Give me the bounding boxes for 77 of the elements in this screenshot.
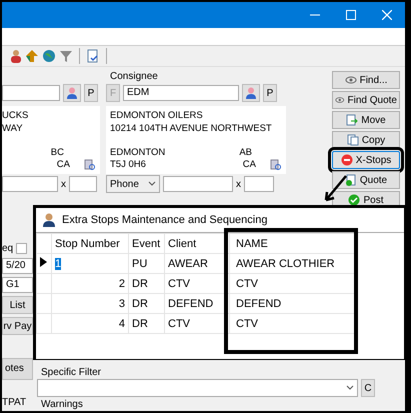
eye-icon <box>335 94 345 106</box>
address-line: 10214 104TH AVENUE NORTHWEST <box>110 122 273 135</box>
contact-button[interactable] <box>242 84 260 102</box>
maximize-icon <box>346 10 356 20</box>
address-line: EDMONTON OILERS <box>110 109 204 122</box>
action-button[interactable]: Find Quote <box>332 91 400 109</box>
check-icon <box>348 194 360 206</box>
table-cell: DR <box>128 314 164 334</box>
filter-dropdown[interactable] <box>37 379 358 397</box>
extension-field[interactable] <box>244 176 274 192</box>
table-cell: CTV <box>164 274 230 294</box>
state-text: AB <box>239 146 252 158</box>
country-text: CA <box>242 159 256 170</box>
extension-label: x <box>236 178 241 190</box>
table-cell: 1 <box>55 258 62 270</box>
table-cell: PU <box>128 254 164 274</box>
person-icon <box>66 87 78 99</box>
state-text: BC <box>50 146 64 158</box>
phone-field[interactable] <box>2 176 58 192</box>
document-icon <box>86 49 100 63</box>
person-icon <box>42 213 56 227</box>
field-label: TPAT <box>2 397 28 409</box>
checkbox[interactable] <box>16 242 28 254</box>
chevron-icon <box>346 385 354 391</box>
table-cell: 4 <box>118 318 125 330</box>
close-icon <box>382 10 392 20</box>
globe-icon <box>42 49 56 63</box>
action-button[interactable]: Quote <box>332 171 400 189</box>
city-text: EDMONTON <box>110 146 166 158</box>
postal-code-text: T5J 0H6 <box>110 159 146 170</box>
action-button[interactable]: Find... <box>332 71 400 89</box>
notes-tab[interactable]: otes <box>2 358 33 380</box>
profile-button[interactable]: P <box>263 84 277 102</box>
arrow-icon <box>25 49 39 63</box>
dialog-title: Extra Stops Maintenance and Sequencing <box>62 214 268 226</box>
document-check-icon <box>344 174 357 186</box>
profile-button[interactable]: P <box>84 84 98 102</box>
table-cell: DR <box>128 294 164 314</box>
code-field[interactable]: EDM <box>123 85 239 101</box>
field-label: Specific Filter <box>40 367 102 379</box>
magnifier-icon <box>270 158 282 170</box>
person-icon <box>245 87 257 99</box>
table-cell: CTV <box>164 314 230 334</box>
table-cell: 2 <box>118 278 125 290</box>
address-line: WAY <box>2 122 24 135</box>
clear-button[interactable]: C <box>361 379 375 397</box>
eye-icon <box>344 74 357 86</box>
column-header: Stop Number <box>52 234 128 254</box>
date-field[interactable]: 5/20 <box>2 258 33 274</box>
code-field[interactable]: G1 <box>2 277 33 293</box>
action-button[interactable]: Move <box>332 111 400 129</box>
magnifier-icon <box>84 158 96 170</box>
address-line: UCKS <box>2 109 30 122</box>
table-cell: AWEAR <box>164 254 230 274</box>
phone-field[interactable] <box>163 176 233 192</box>
column-header: Client <box>164 234 230 254</box>
driver-pay-button[interactable]: rv Pay <box>2 317 33 335</box>
minimize-icon <box>310 14 320 16</box>
checkbox-label: eq <box>2 242 14 254</box>
country-text: CA <box>56 159 70 170</box>
filter-icon <box>59 49 73 63</box>
column-header: Event <box>128 234 164 254</box>
table-cell: DEFEND <box>164 294 230 314</box>
list-button[interactable]: List <box>2 296 33 314</box>
extension-label: x <box>61 178 66 190</box>
contact-button[interactable] <box>63 84 81 102</box>
table-cell: DR <box>128 274 164 294</box>
stop-sign-icon <box>340 154 353 166</box>
field-label: Warnings <box>40 399 84 411</box>
section-label: Consignee <box>109 71 159 83</box>
column-header: NAME <box>230 234 354 254</box>
contact-type-dropdown[interactable]: Phone <box>106 175 160 193</box>
copy-icon <box>346 134 359 146</box>
code-field[interactable] <box>2 85 60 101</box>
chevron-icon <box>148 181 156 187</box>
table-cell: 3 <box>118 298 125 310</box>
extension-field[interactable] <box>69 176 97 192</box>
